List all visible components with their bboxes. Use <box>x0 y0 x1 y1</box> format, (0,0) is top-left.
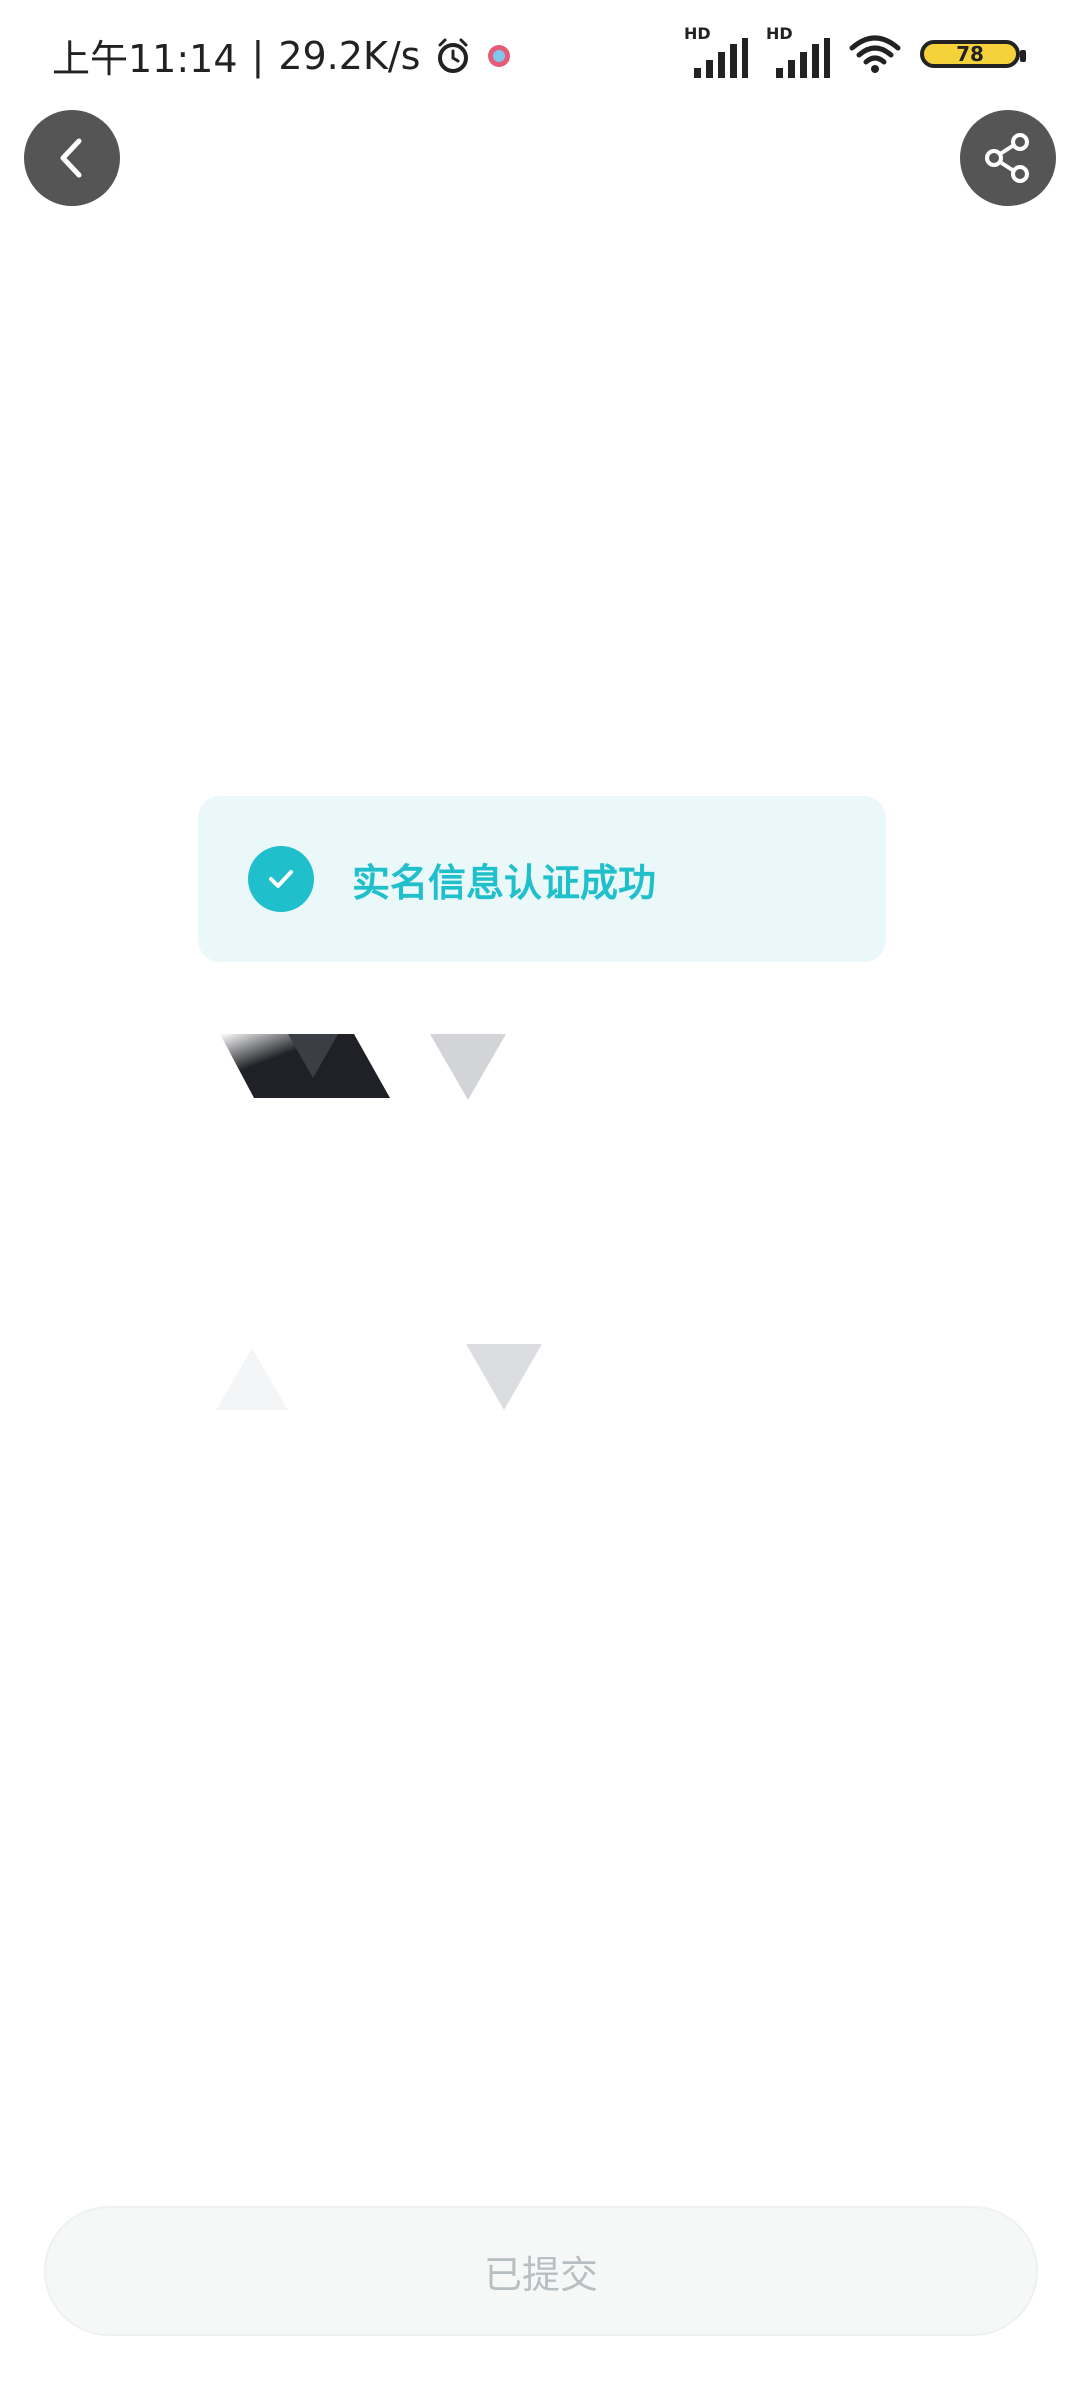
success-message: 实名信息认证成功 <box>352 860 657 905</box>
status-time: 上午11:14 <box>52 37 238 81</box>
screen: 上午11:14 | 29.2K/s HD HD 78 实名信息认证成功 已提交 <box>0 0 1080 2400</box>
share-icon <box>985 133 1029 183</box>
status-speed: 29.2K/s <box>278 33 421 78</box>
signal-2: HD <box>766 24 830 78</box>
share-button[interactable] <box>960 110 1056 206</box>
battery-nub <box>1020 50 1026 62</box>
app-notification-icon <box>488 44 511 67</box>
success-card: 实名信息认证成功 <box>198 796 886 962</box>
battery-indicator: 78 <box>920 40 1026 68</box>
decorative-dark-shape <box>220 1034 390 1098</box>
submitted-button-label: 已提交 <box>483 2252 598 2297</box>
decorative-triangle-down <box>430 1034 506 1100</box>
signal-1: HD <box>684 24 748 78</box>
signal-bars-icon <box>776 38 830 78</box>
signal-bars-icon <box>694 38 748 78</box>
decorative-triangle-up <box>216 1348 288 1410</box>
status-bar: 上午11:14 | 29.2K/s HD HD 78 <box>0 0 1080 110</box>
status-separator: | <box>251 33 265 78</box>
battery-level: 78 <box>956 42 984 66</box>
status-left: 上午11:14 | 29.2K/s <box>52 28 512 83</box>
back-button[interactable] <box>24 110 120 206</box>
status-right: HD HD 78 <box>684 24 1026 78</box>
decorative-triangle-down <box>466 1344 542 1410</box>
wifi-icon <box>849 35 901 73</box>
chevron-left-icon <box>60 138 82 178</box>
alarm-icon <box>438 38 469 73</box>
submitted-button[interactable]: 已提交 <box>44 2206 1038 2336</box>
success-check <box>248 846 314 912</box>
check-icon <box>269 870 293 888</box>
